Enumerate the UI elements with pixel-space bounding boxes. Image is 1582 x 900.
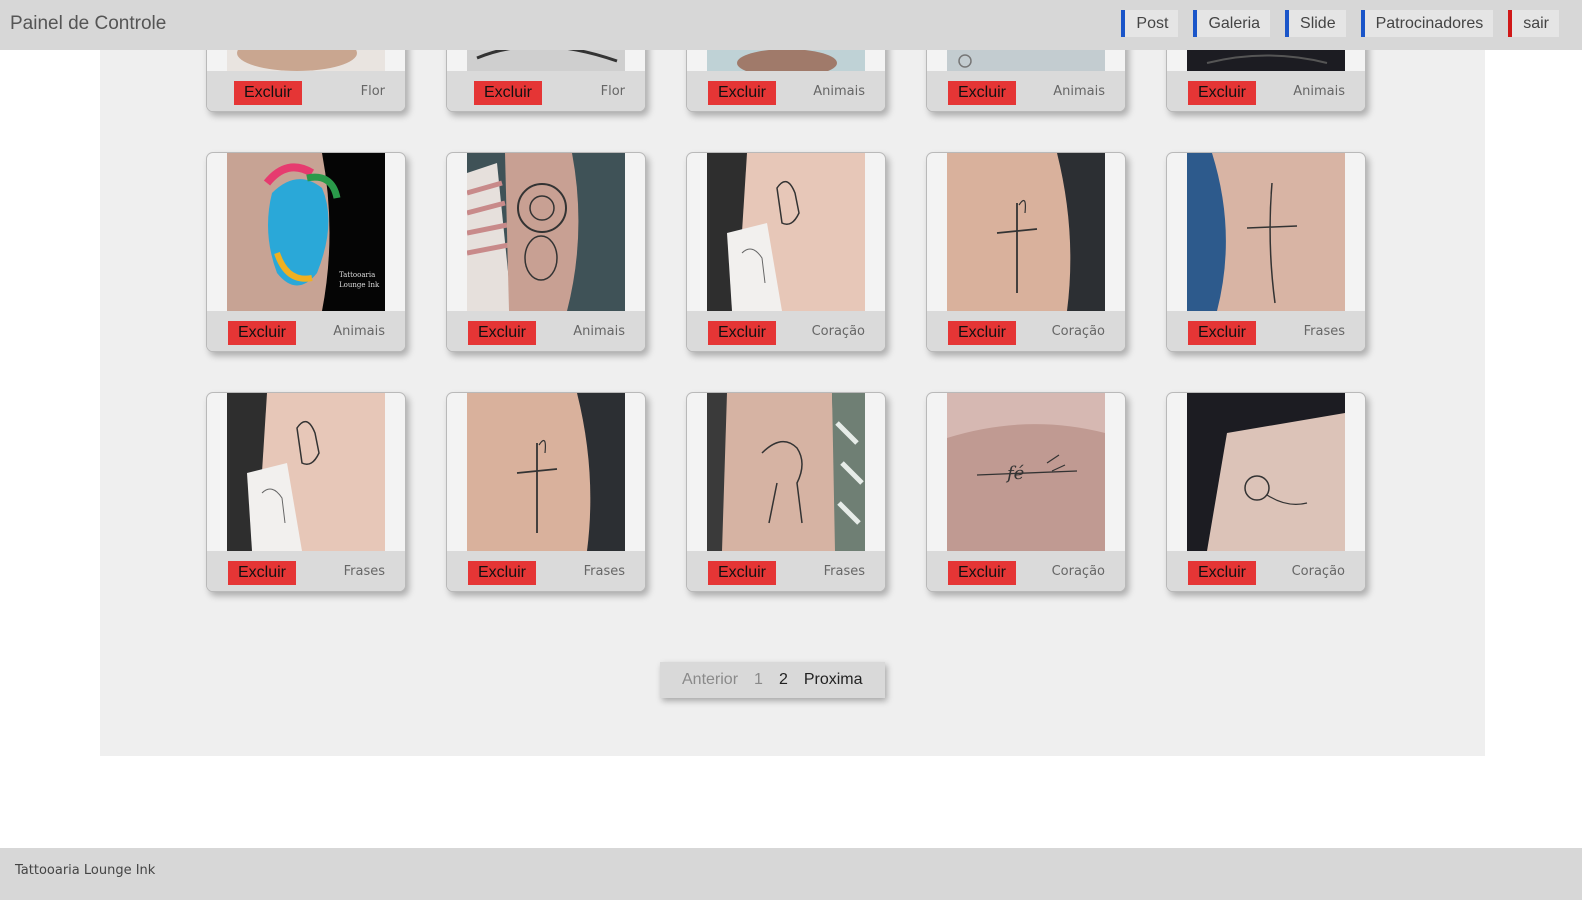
pagination-page-2[interactable]: 2 xyxy=(779,671,788,689)
category-label: Flor xyxy=(600,84,625,99)
nav-patrocinadores[interactable]: Patrocinadores xyxy=(1360,10,1494,37)
gallery-card: Excluir Coração xyxy=(686,152,886,352)
gallery-card: fé Excluir Coração xyxy=(926,392,1126,592)
delete-button[interactable]: Excluir xyxy=(948,561,1017,585)
category-label: Frases xyxy=(1303,324,1345,339)
category-label: Animais xyxy=(813,84,865,99)
delete-button[interactable]: Excluir xyxy=(468,321,537,345)
delete-button[interactable]: Excluir xyxy=(468,561,537,585)
category-label: Coração xyxy=(1051,564,1105,579)
category-label: Frases xyxy=(583,564,625,579)
delete-button[interactable]: Excluir xyxy=(228,321,297,345)
tattoo-thumbnail[interactable] xyxy=(1187,393,1345,551)
gallery-card: Excluir Coração xyxy=(1166,392,1366,592)
delete-button[interactable]: Excluir xyxy=(708,81,777,105)
category-label: Animais xyxy=(1293,84,1345,99)
tattoo-thumbnail[interactable] xyxy=(947,153,1105,311)
tattoo-thumbnail[interactable] xyxy=(467,153,625,311)
gallery-panel: Excluir Flor Excluir Flor Excluir Animai… xyxy=(100,0,1485,756)
footer-text: Tattooaria Lounge Ink xyxy=(15,863,156,878)
pagination: Anterior 1 2 Proxima xyxy=(660,662,885,698)
delete-button[interactable]: Excluir xyxy=(1188,561,1257,585)
category-label: Frases xyxy=(823,564,865,579)
tattoo-thumbnail[interactable] xyxy=(707,393,865,551)
svg-text:Lounge Ink: Lounge Ink xyxy=(339,281,380,289)
pagination-next[interactable]: Proxima xyxy=(804,671,863,689)
category-label: Animais xyxy=(573,324,625,339)
tattoo-thumbnail[interactable] xyxy=(707,153,865,311)
nav-galeria[interactable]: Galeria xyxy=(1193,10,1271,37)
nav-slide[interactable]: Slide xyxy=(1285,10,1346,37)
gallery-card: Excluir Animais xyxy=(446,152,646,352)
delete-button[interactable]: Excluir xyxy=(948,81,1017,105)
delete-button[interactable]: Excluir xyxy=(1188,81,1257,105)
top-bar: Painel de Controle Post Galeria Slide Pa… xyxy=(0,0,1582,50)
category-label: Flor xyxy=(360,84,385,99)
delete-button[interactable]: Excluir xyxy=(708,321,777,345)
gallery-card: Excluir Frases xyxy=(446,392,646,592)
pagination-page-1[interactable]: 1 xyxy=(754,671,763,689)
main-nav: Post Galeria Slide Patrocinadores sair xyxy=(1121,10,1559,37)
category-label: Coração xyxy=(1291,564,1345,579)
svg-text:Tattooaria: Tattooaria xyxy=(339,271,375,279)
gallery-card: Tattooaria Lounge Ink Excluir Animais xyxy=(206,152,406,352)
delete-button[interactable]: Excluir xyxy=(228,561,297,585)
tattoo-thumbnail[interactable] xyxy=(467,393,625,551)
gallery-card: Excluir Frases xyxy=(686,392,886,592)
delete-button[interactable]: Excluir xyxy=(948,321,1017,345)
pagination-prev[interactable]: Anterior xyxy=(682,671,738,689)
tattoo-thumbnail[interactable]: fé xyxy=(947,393,1105,551)
gallery-card: Excluir Frases xyxy=(1166,152,1366,352)
tattoo-thumbnail[interactable] xyxy=(1187,153,1345,311)
nav-post[interactable]: Post xyxy=(1121,10,1179,37)
gallery-card: Excluir Coração xyxy=(926,152,1126,352)
category-label: Frases xyxy=(343,564,385,579)
page-title: Painel de Controle xyxy=(10,13,167,34)
category-label: Coração xyxy=(1051,324,1105,339)
footer: Tattooaria Lounge Ink xyxy=(0,848,1582,900)
delete-button[interactable]: Excluir xyxy=(474,81,543,105)
tattoo-thumbnail[interactable]: Tattooaria Lounge Ink xyxy=(227,153,385,311)
logout-button[interactable]: sair xyxy=(1508,10,1559,37)
gallery-card: Excluir Frases xyxy=(206,392,406,592)
delete-button[interactable]: Excluir xyxy=(234,81,303,105)
delete-button[interactable]: Excluir xyxy=(708,561,777,585)
category-label: Animais xyxy=(333,324,385,339)
tattoo-thumbnail[interactable] xyxy=(227,393,385,551)
category-label: Animais xyxy=(1053,84,1105,99)
svg-text:fé: fé xyxy=(1005,463,1025,484)
delete-button[interactable]: Excluir xyxy=(1188,321,1257,345)
category-label: Coração xyxy=(811,324,865,339)
